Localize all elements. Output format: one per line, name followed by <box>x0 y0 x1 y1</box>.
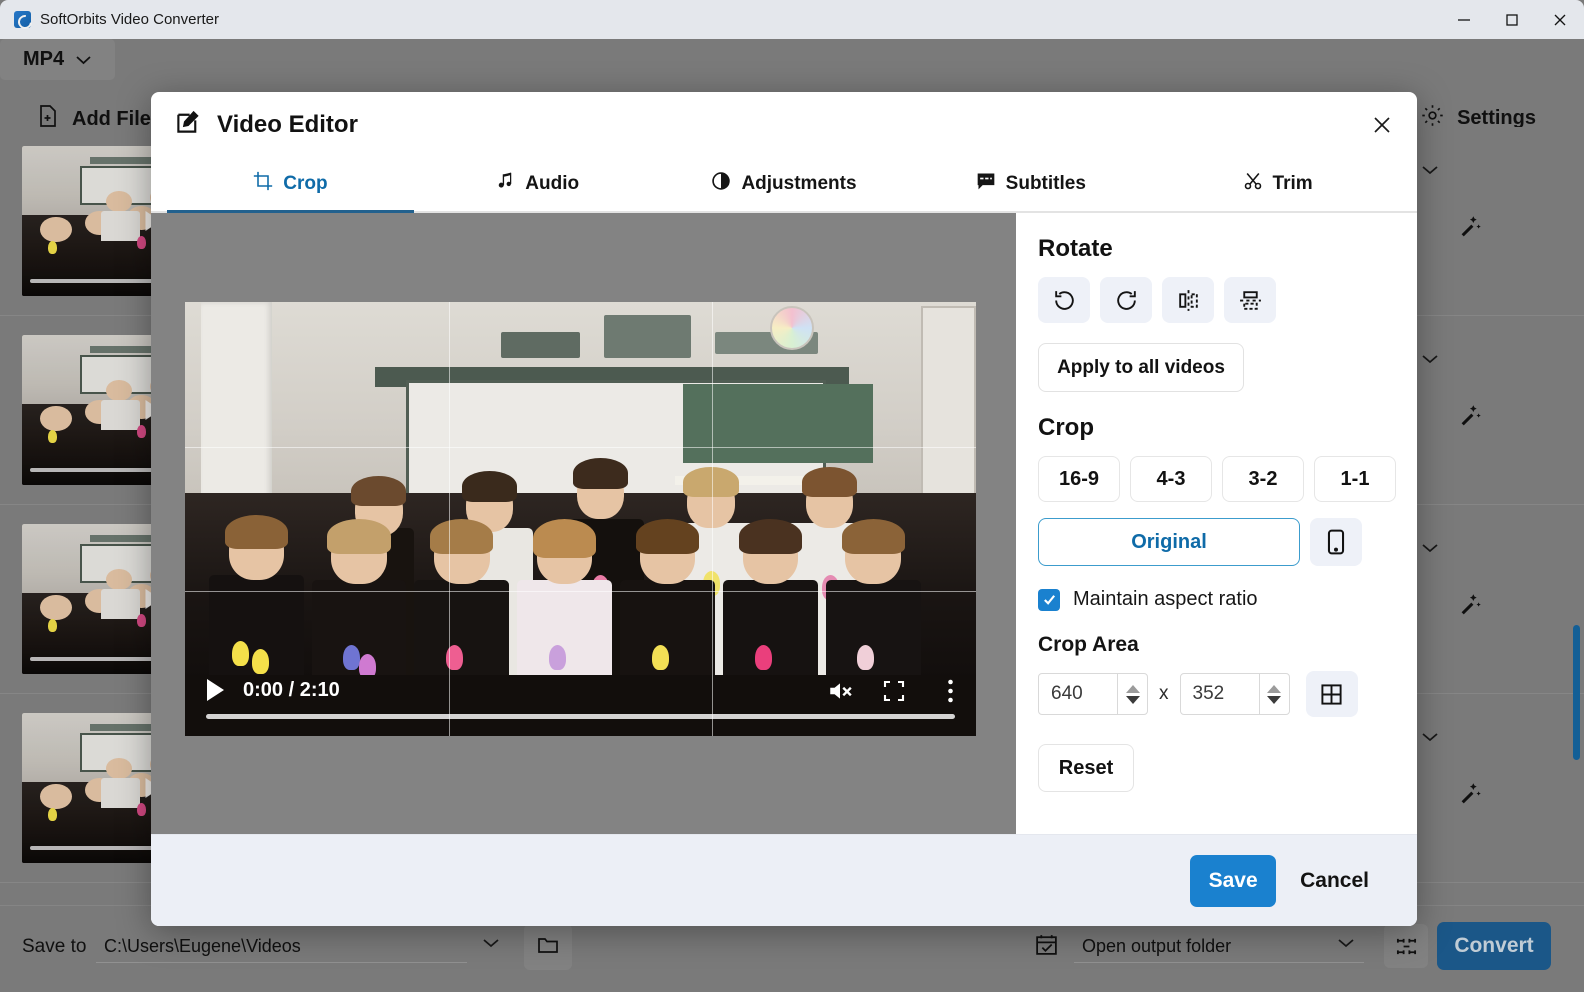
crop-height-value: 352 <box>1192 683 1225 704</box>
maintain-aspect-ratio-row[interactable]: Maintain aspect ratio <box>1038 588 1417 611</box>
crop-height-field[interactable]: 352 <box>1179 673 1290 715</box>
ratio-3-2-button[interactable]: 3-2 <box>1222 456 1304 502</box>
video-preview-pane: 0:00 / 2:10 <box>151 213 1016 834</box>
stepper-up-icon[interactable] <box>1125 684 1140 693</box>
original-ratio-button[interactable]: Original <box>1038 518 1300 566</box>
original-row: Original <box>1038 518 1417 566</box>
rotate-buttons <box>1038 277 1417 323</box>
crop-icon <box>253 171 273 197</box>
subtitles-icon <box>976 171 996 197</box>
dialog-title: Video Editor <box>175 108 358 142</box>
scissors-icon <box>1243 171 1263 197</box>
flip-vertical-icon[interactable] <box>1224 277 1276 323</box>
ratio-4-3-button[interactable]: 4-3 <box>1130 456 1212 502</box>
tab-subtitles-label: Subtitles <box>1005 173 1086 194</box>
tab-trim-label: Trim <box>1272 173 1313 194</box>
mute-button[interactable] <box>827 678 853 709</box>
cancel-button[interactable]: Cancel <box>1294 869 1375 893</box>
dialog-close-button[interactable] <box>1363 106 1401 144</box>
phone-portrait-icon[interactable] <box>1310 518 1362 566</box>
crop-width-stepper[interactable] <box>1117 673 1147 715</box>
aspect-ratio-buttons: 16-9 4-3 3-2 1-1 <box>1038 456 1417 502</box>
edit-pencil-icon <box>175 108 202 142</box>
tab-trim[interactable]: Trim <box>1154 157 1401 211</box>
flip-horizontal-icon[interactable] <box>1162 277 1214 323</box>
stepper-down-icon[interactable] <box>1125 695 1140 704</box>
dialog-tabs: Crop Audio Adjustments Subtitles Trim <box>151 157 1417 213</box>
rotate-right-icon[interactable] <box>1100 277 1152 323</box>
dialog-header: Video Editor <box>151 92 1417 157</box>
maintain-aspect-ratio-checkbox[interactable] <box>1038 588 1060 611</box>
video-player[interactable]: 0:00 / 2:10 <box>185 302 976 736</box>
stepper-up-icon[interactable] <box>1267 684 1281 693</box>
video-editor-dialog: Video Editor Crop Audio Adjustments Subt… <box>151 92 1417 926</box>
tab-crop[interactable]: Crop <box>167 157 414 213</box>
time-display: 0:00 / 2:10 <box>243 679 340 701</box>
ratio-16-9-button[interactable]: 16-9 <box>1038 456 1120 502</box>
maintain-aspect-ratio-label: Maintain aspect ratio <box>1073 588 1258 610</box>
rotate-left-icon[interactable] <box>1038 277 1090 323</box>
music-note-icon <box>495 171 515 197</box>
tab-adjustments[interactable]: Adjustments <box>661 157 908 211</box>
dialog-title-text: Video Editor <box>217 111 358 138</box>
contrast-circle-icon <box>711 171 731 197</box>
play-button[interactable] <box>207 679 224 701</box>
reset-button[interactable]: Reset <box>1038 744 1134 792</box>
tab-audio-label: Audio <box>525 173 580 194</box>
tab-crop-label: Crop <box>283 173 328 194</box>
crop-width-value: 640 <box>1051 683 1083 704</box>
dialog-footer: Save Cancel <box>151 834 1417 926</box>
rotate-section-title: Rotate <box>1038 235 1113 262</box>
tab-subtitles[interactable]: Subtitles <box>907 157 1154 211</box>
crop-settings-panel: Rotate Apply to all videos Crop 16-9 4-3… <box>1016 213 1417 834</box>
ratio-1-1-button[interactable]: 1-1 <box>1314 456 1396 502</box>
apply-to-all-videos-button[interactable]: Apply to all videos <box>1038 343 1244 392</box>
tab-adjustments-label: Adjustments <box>741 173 857 194</box>
crop-width-field[interactable]: 640 <box>1038 673 1148 715</box>
tab-audio[interactable]: Audio <box>414 157 661 211</box>
save-button[interactable]: Save <box>1190 854 1277 907</box>
more-options-button[interactable] <box>947 678 954 709</box>
crop-area-row: 640 x 352 <box>1038 671 1417 717</box>
fullscreen-button[interactable] <box>882 679 906 708</box>
video-progress-bar[interactable] <box>206 714 955 719</box>
stepper-down-icon[interactable] <box>1267 695 1281 704</box>
crop-dimension-separator: x <box>1159 683 1169 704</box>
crop-area-title: Crop Area <box>1038 633 1139 656</box>
crop-section-title: Crop <box>1038 414 1094 441</box>
crop-height-stepper[interactable] <box>1258 673 1289 715</box>
video-controls: 0:00 / 2:10 <box>185 662 976 736</box>
grid-icon[interactable] <box>1305 671 1358 717</box>
dialog-body: 0:00 / 2:10 Rotate Apply to all videos C… <box>151 213 1417 834</box>
application-window: SoftOrbits Video Converter Add Files MP4… <box>0 0 1584 992</box>
